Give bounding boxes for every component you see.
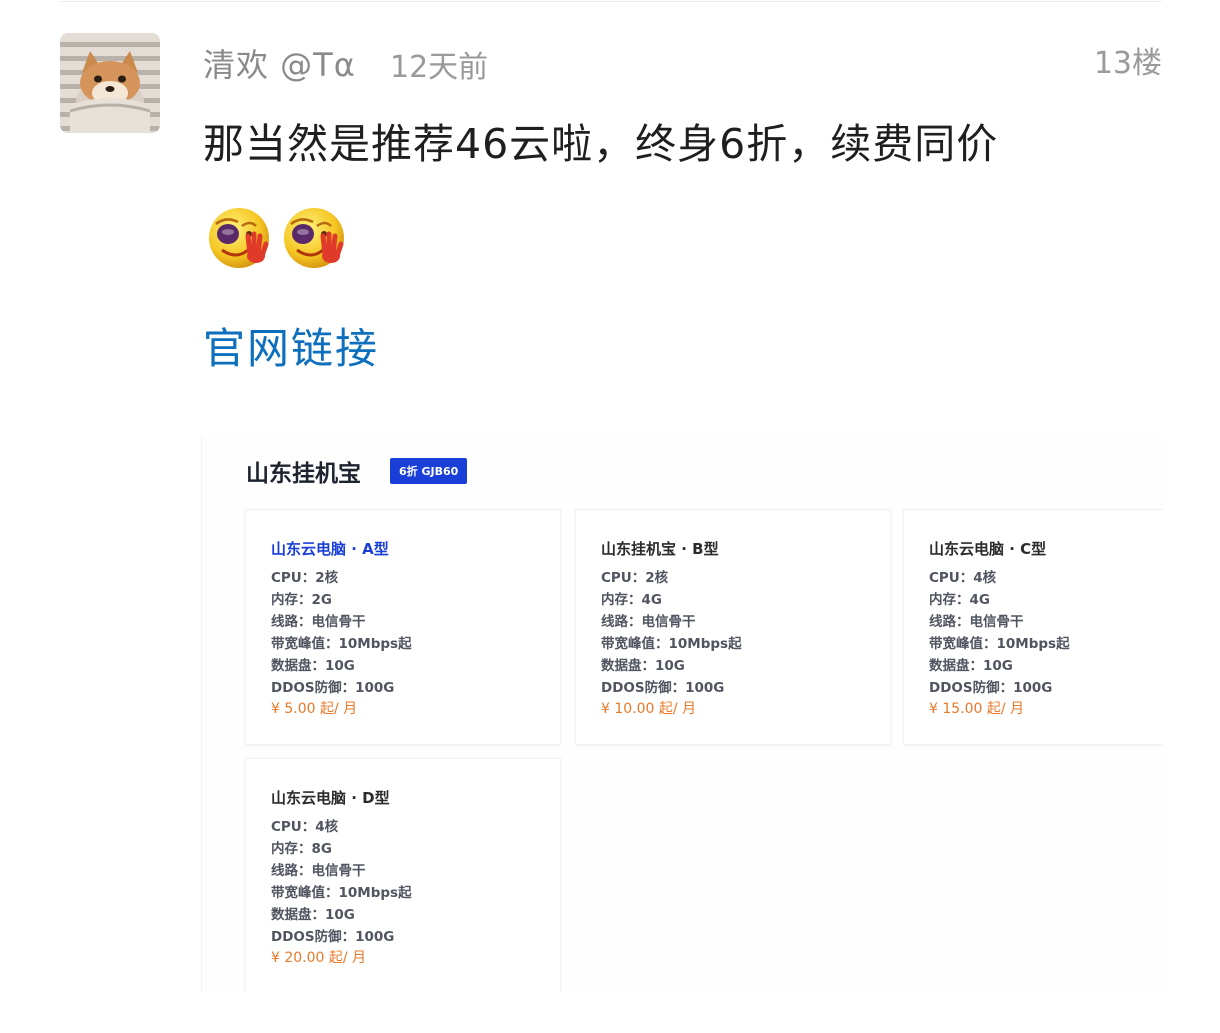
spec-ddos: DDOS防御：100G	[271, 929, 395, 945]
product-price: ¥ 20.00 起/ 月	[271, 950, 367, 966]
wave-emoji-icon	[284, 208, 344, 268]
spec-cpu: CPU：2核	[601, 570, 669, 586]
product-name[interactable]: 山东云电脑 · C型	[929, 538, 1046, 559]
shiba-dog-icon	[69, 51, 151, 133]
spec-cpu: CPU：4核	[271, 819, 339, 835]
spec-cpu: CPU：4核	[929, 570, 997, 586]
post-content: 那当然是推荐46云啦，终身6折，续费同价	[203, 120, 999, 168]
spec-disk: 数据盘：10G	[929, 658, 1013, 674]
product-card[interactable]: 山东云电脑 · D型 CPU：4核 内存：8G 线路：电信骨干 带宽峰值：10M…	[245, 758, 561, 992]
product-price: ¥ 5.00 起/ 月	[271, 701, 358, 717]
spec-line: 线路：电信骨干	[271, 863, 366, 879]
product-card[interactable]: 山东云电脑 · A型 CPU：2核 内存：2G 线路：电信骨干 带宽峰值：10M…	[245, 509, 561, 745]
product-card[interactable]: 山东云电脑 · C型 CPU：4核 内存：4G 线路：电信骨干 带宽峰值：10M…	[903, 509, 1163, 745]
spec-memory: 内存：2G	[271, 592, 332, 608]
product-price: ¥ 10.00 起/ 月	[601, 701, 697, 717]
spec-bandwidth: 带宽峰值：10Mbps起	[271, 636, 412, 652]
spec-disk: 数据盘：10G	[601, 658, 685, 674]
spec-bandwidth: 带宽峰值：10Mbps起	[271, 885, 412, 901]
spec-memory: 内存：4G	[601, 592, 662, 608]
avatar[interactable]	[60, 33, 160, 133]
product-name[interactable]: 山东云电脑 · D型	[271, 787, 390, 808]
spec-disk: 数据盘：10G	[271, 658, 355, 674]
spec-memory: 内存：4G	[929, 592, 990, 608]
post-time: 12天前	[390, 50, 489, 85]
spec-ddos: DDOS防御：100G	[271, 680, 395, 696]
product-name[interactable]: 山东挂机宝 · B型	[601, 538, 719, 559]
author-name[interactable]: 清欢 @Tα	[203, 40, 356, 86]
product-card[interactable]: 山东挂机宝 · B型 CPU：2核 内存：4G 线路：电信骨干 带宽峰值：10M…	[575, 509, 891, 745]
spec-bandwidth: 带宽峰值：10Mbps起	[929, 636, 1070, 652]
product-name[interactable]: 山东云电脑 · A型	[271, 538, 389, 559]
store-title: 山东挂机宝	[246, 461, 361, 487]
spec-cpu: CPU：2核	[271, 570, 339, 586]
official-site-link[interactable]: 官网链接	[203, 315, 379, 376]
product-price: ¥ 15.00 起/ 月	[929, 701, 1025, 717]
floor-number: 13楼	[1093, 46, 1162, 81]
spec-bandwidth: 带宽峰值：10Mbps起	[601, 636, 742, 652]
spec-line: 线路：电信骨干	[929, 614, 1024, 630]
spec-ddos: DDOS防御：100G	[601, 680, 725, 696]
spec-disk: 数据盘：10G	[271, 907, 355, 923]
spec-memory: 内存：8G	[271, 841, 332, 857]
promo-badge: 6折 GJB60	[390, 458, 468, 484]
wave-emoji-icon	[209, 208, 269, 268]
spec-ddos: DDOS防御：100G	[929, 680, 1053, 696]
spec-line: 线路：电信骨干	[601, 614, 696, 630]
top-divider	[60, 1, 1162, 2]
embedded-product-image[interactable]: 山东挂机宝 6折 GJB60 山东云电脑 · A型 CPU：2核 内存：2G 线…	[201, 436, 1163, 992]
spec-line: 线路：电信骨干	[271, 614, 366, 630]
